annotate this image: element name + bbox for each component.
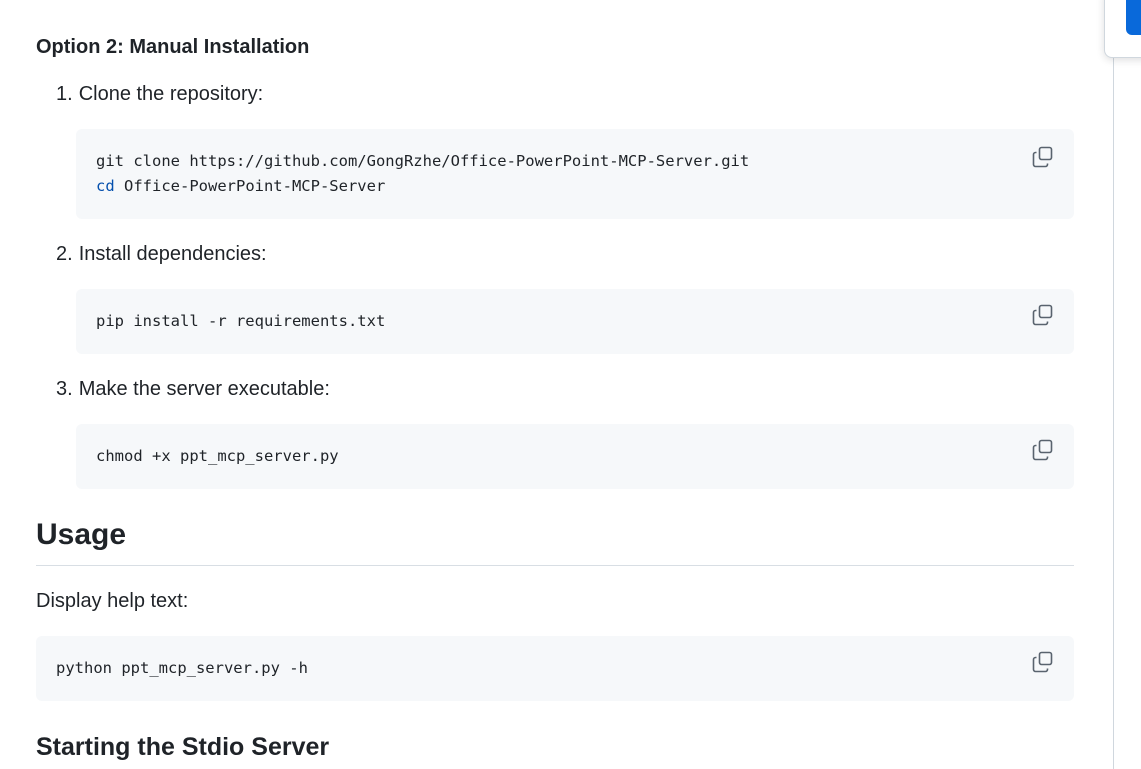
copy-button[interactable] — [1031, 303, 1055, 327]
step-number: 2. — [56, 243, 73, 265]
step-1: 1. Clone the repository: — [56, 83, 263, 106]
copy-icon — [1032, 146, 1053, 168]
readme-page: Option 2: Manual Installation 1. Clone th… — [0, 0, 1141, 769]
copy-button[interactable] — [1031, 145, 1055, 169]
code-block-help[interactable]: python ppt_mcp_server.py -h — [36, 636, 1074, 701]
heading-divider — [36, 565, 1074, 566]
code-block-clone[interactable]: git clone https://github.com/GongRzhe/Of… — [76, 129, 1074, 219]
usage-heading: Usage — [36, 518, 127, 551]
copy-icon — [1032, 651, 1053, 673]
step-3: 3. Make the server executable: — [56, 378, 330, 401]
code-keyword: cd — [96, 177, 115, 195]
usage-description: Display help text: — [36, 590, 189, 612]
code-line: pip install -r requirements.txt — [96, 312, 386, 330]
step-2: 2. Install dependencies: — [56, 243, 267, 266]
step-number: 3. — [56, 378, 73, 400]
stdio-server-heading: Starting the Stdio Server — [36, 733, 330, 761]
code-line: chmod +x ppt_mcp_server.py — [96, 447, 339, 465]
floating-panel-button[interactable] — [1126, 0, 1141, 35]
copy-button[interactable] — [1031, 438, 1055, 462]
step-label: Clone the repository: — [78, 83, 264, 105]
install-option-heading: Option 2: Manual Installation — [36, 36, 310, 58]
step-number: 1. — [56, 83, 73, 105]
copy-button[interactable] — [1031, 650, 1055, 674]
copy-icon — [1032, 439, 1053, 461]
code-line: cd Office-PowerPoint-MCP-Server — [96, 177, 386, 195]
step-label: Install dependencies: — [78, 243, 267, 265]
code-line: git clone https://github.com/GongRzhe/Of… — [96, 152, 750, 170]
code-block-chmod[interactable]: chmod +x ppt_mcp_server.py — [76, 424, 1074, 489]
step-label: Make the server executable: — [78, 378, 330, 400]
floating-panel[interactable] — [1104, 0, 1141, 58]
code-line: python ppt_mcp_server.py -h — [56, 659, 308, 677]
code-block-install[interactable]: pip install -r requirements.txt — [76, 289, 1074, 354]
copy-icon — [1032, 304, 1053, 326]
sidebar-divider — [1113, 0, 1114, 769]
